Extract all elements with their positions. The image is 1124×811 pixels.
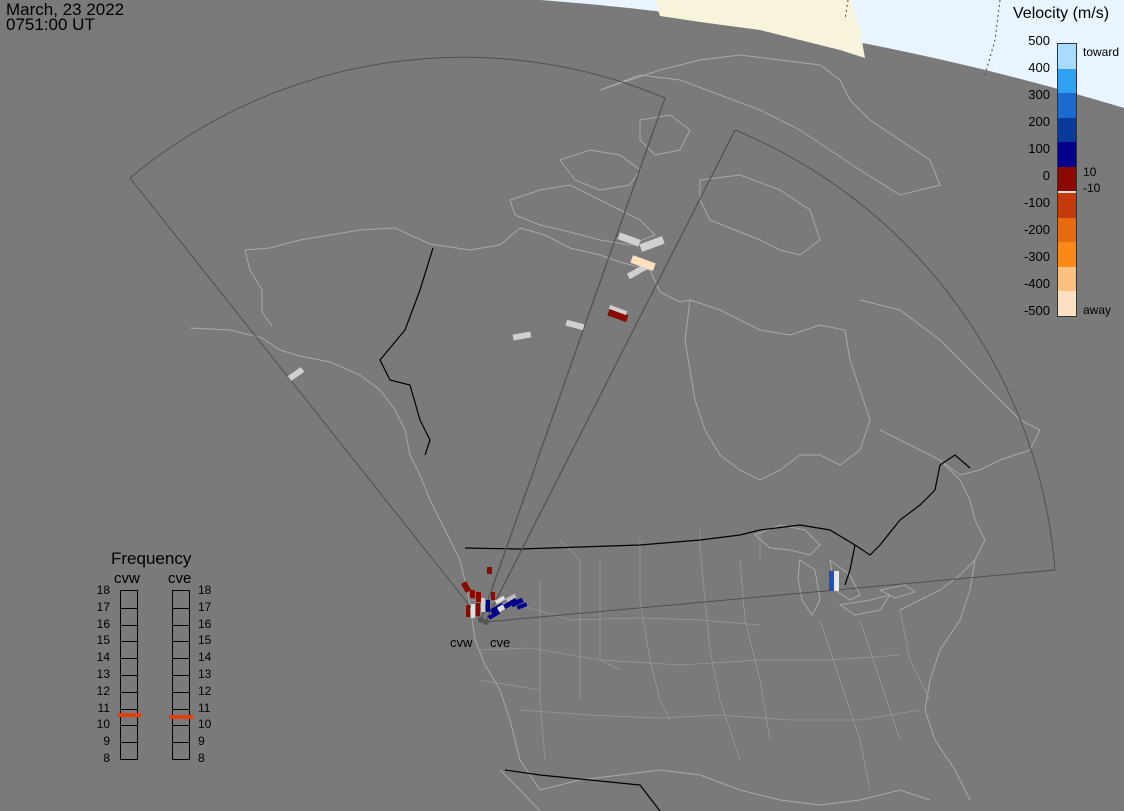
- radar-label-cvw: cvw: [450, 635, 473, 650]
- coastlines: [189, 54, 1041, 811]
- colorbar-tick-label: -500: [1023, 303, 1050, 318]
- freq-num-left: 11: [97, 700, 110, 715]
- freq-num-right: 13: [198, 667, 212, 681]
- frequency-grid-line: [173, 624, 189, 626]
- frequency-grid-line: [173, 725, 189, 727]
- freq-num-right: 14: [198, 650, 212, 665]
- map-canvas: [129, 0, 1124, 811]
- frequency-grid-line: [121, 607, 137, 609]
- freq-num-right: 15: [198, 633, 212, 648]
- colorbar-swatch: [1058, 266, 1076, 292]
- colorbar-swatch: [1058, 193, 1076, 218]
- freq-num-right: 9: [198, 734, 205, 749]
- frequency-grid-line: [173, 658, 189, 660]
- freq-num-left: 14: [96, 650, 110, 665]
- colorbar-tick-label: 100: [1028, 141, 1050, 156]
- freq-num-left: 9: [103, 734, 110, 749]
- radar-label-cve: cve: [490, 635, 511, 650]
- frequency-grid-line: [173, 641, 189, 643]
- frequency-grid-line: [173, 742, 189, 744]
- freq-num-left: 16: [96, 616, 110, 631]
- freq-num-left: 17: [96, 599, 110, 614]
- frequency-grid-line: [121, 641, 137, 643]
- frequency-grid-line: [121, 658, 137, 660]
- colorbar-tick-label: 300: [1028, 87, 1050, 102]
- frequency-title: Frequency: [111, 549, 192, 568]
- freq-num-left: 18: [96, 583, 110, 597]
- frequency-grid-line: [173, 675, 189, 676]
- frequency-grid-line: [121, 675, 137, 676]
- colorbar-swatch: [1058, 217, 1076, 243]
- frequency-radar-cvw: cvw: [114, 570, 140, 587]
- colorbar-tick-label: 0: [1042, 168, 1050, 183]
- state-boundaries: [469, 530, 931, 791]
- frequency-grid-line: [121, 708, 137, 710]
- away-label: away: [1083, 303, 1112, 317]
- national-borders: [379, 247, 971, 811]
- colorbar-tick-label: 200: [1028, 114, 1050, 129]
- colorbar-mid-label-pos: 10: [1083, 165, 1097, 179]
- frequency-marker: [169, 715, 193, 719]
- sunlit-land: [655, 0, 865, 58]
- colorbar-swatch: [1058, 166, 1076, 194]
- velocity-colorbar: [1057, 43, 1077, 317]
- freq-num-right: 8: [198, 751, 205, 765]
- frequency-grid-line: [121, 691, 137, 693]
- toward-label: toward: [1083, 45, 1120, 59]
- frequency-grid-line: [173, 708, 189, 710]
- frequency-grid-line: [121, 725, 137, 727]
- radar-fov: [129, 56, 1056, 623]
- frequency-grid-line: [173, 759, 189, 760]
- frequency-grid-line: [121, 759, 137, 760]
- freq-num-left: 15: [96, 633, 110, 648]
- colorbar-tick-label: -400: [1023, 276, 1050, 291]
- freq-num-right: 10: [198, 717, 212, 732]
- freq-num-right: 18: [198, 583, 212, 597]
- freq-num-right: 16: [198, 616, 212, 631]
- frequency-grid-line: [121, 624, 137, 626]
- frequency-grid-line: [173, 691, 189, 693]
- freq-num-left: 13: [96, 667, 110, 681]
- colorbar-tick-label: -300: [1023, 249, 1050, 264]
- colorbar-swatch: [1058, 242, 1076, 267]
- colorbar-tick-label: 400: [1028, 60, 1050, 75]
- colorbar-tick-label: 500: [1028, 33, 1050, 48]
- velocity-echoes: [287, 232, 839, 620]
- frequency-bar-cvw: [117, 590, 141, 760]
- frequency-radar-cve: cve: [168, 570, 192, 587]
- freq-num-right: 11: [198, 700, 211, 715]
- colorbar-title: Velocity (m/s): [1013, 5, 1110, 22]
- colorbar-tick-label: -100: [1023, 195, 1050, 210]
- colorbar-swatch: [1058, 117, 1076, 143]
- colorbar-swatch: [1058, 68, 1076, 94]
- freq-num-right: 17: [198, 599, 212, 614]
- freq-num-left: 10: [96, 717, 110, 732]
- frequency-bar-cve: [169, 590, 193, 760]
- colorbar-mid-label-neg: -10: [1083, 181, 1101, 195]
- colorbar-swatch: [1058, 44, 1076, 69]
- time-label: 0751:00 UT: [6, 15, 95, 34]
- frequency-grid-line: [173, 607, 189, 609]
- colorbar-swatch: [1058, 142, 1076, 167]
- radar-site-cve: [483, 619, 489, 625]
- freq-num-right: 12: [198, 683, 212, 698]
- colorbar-swatch: [1058, 93, 1076, 118]
- freq-num-left: 12: [96, 683, 110, 698]
- frequency-grid-line: [121, 742, 137, 744]
- colorbar-tick-label: -200: [1023, 222, 1050, 237]
- frequency-marker: [117, 713, 141, 718]
- freq-num-left: 8: [103, 751, 110, 765]
- colorbar-swatch: [1058, 291, 1076, 317]
